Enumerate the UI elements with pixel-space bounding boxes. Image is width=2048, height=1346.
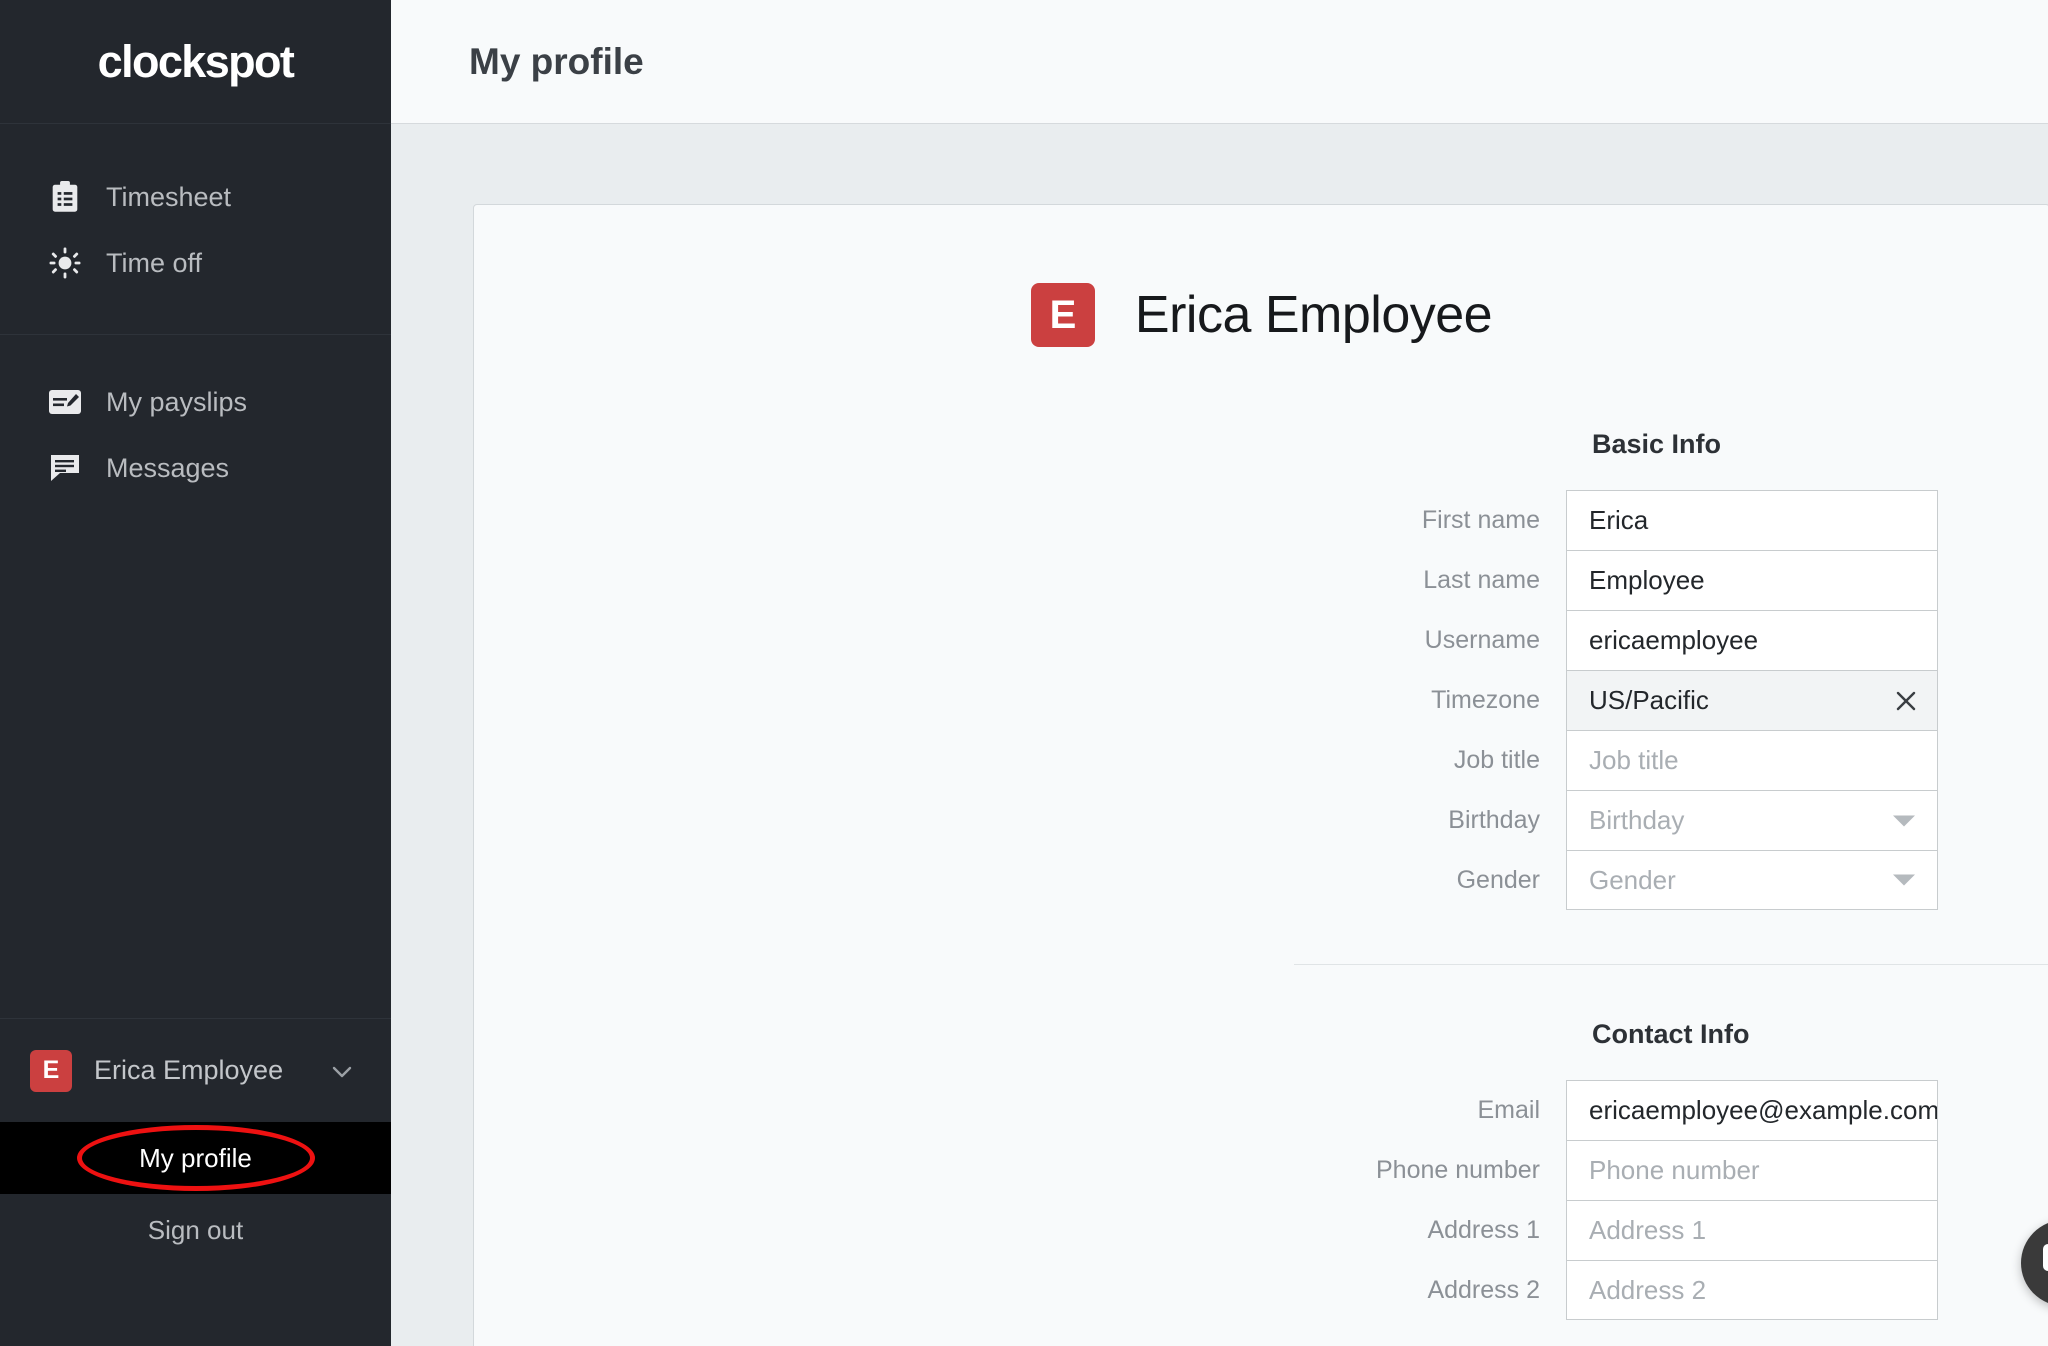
phone-number-input[interactable]: Phone number xyxy=(1566,1140,1938,1200)
sun-icon xyxy=(48,246,82,280)
field-value: US/Pacific xyxy=(1589,685,1709,715)
address-1-input[interactable]: Address 1 xyxy=(1566,1200,1938,1260)
profile-header: E Erica Employee xyxy=(474,283,2048,347)
message-bubble-icon xyxy=(48,451,82,485)
form-row-timezone: Timezone US/Pacific xyxy=(474,670,2048,730)
last-name-input[interactable]: Employee xyxy=(1566,550,1938,610)
gender-select[interactable]: Gender xyxy=(1566,850,1938,910)
section-header-contact-info: Contact Info xyxy=(474,1019,2048,1050)
field-label: Timezone xyxy=(1431,685,1540,714)
field-placeholder: Gender xyxy=(1589,864,1676,895)
app-root: clockspot Timesheet Time off My payslips… xyxy=(0,0,2048,1346)
form-row-birthday: Birthday Birthday xyxy=(474,790,2048,850)
sidebar-menu-label: My profile xyxy=(139,1142,252,1173)
chevron-down-icon[interactable] xyxy=(1893,815,1915,826)
form-row-address-1: Address 1 Address 1 xyxy=(474,1200,2048,1260)
timezone-select[interactable]: US/Pacific xyxy=(1566,670,1938,730)
field-placeholder: Phone number xyxy=(1589,1155,1760,1185)
form-row-first-name: First name Erica xyxy=(474,490,2048,550)
address-2-input[interactable]: Address 2 xyxy=(1566,1260,1938,1320)
sidebar-item-label: Timesheet xyxy=(106,181,232,212)
first-name-input[interactable]: Erica xyxy=(1566,490,1938,550)
email-input[interactable]: ericaemployee@example.com xyxy=(1566,1080,1938,1140)
avatar: E xyxy=(30,1049,72,1092)
help-chat-icon: ? xyxy=(2043,1244,2048,1271)
field-label: Username xyxy=(1424,625,1540,654)
clear-icon[interactable] xyxy=(1895,690,1917,712)
sidebar: clockspot Timesheet Time off My payslips… xyxy=(0,0,391,1346)
field-placeholder: Address 2 xyxy=(1589,1274,1707,1305)
main-content: My profile E Erica Employee Basic Info F… xyxy=(391,0,2048,1346)
sidebar-nav-primary: Timesheet Time off xyxy=(0,124,391,335)
form-contact-info: Email ericaemployee@example.com Phone nu… xyxy=(474,1080,2048,1320)
section-divider xyxy=(1294,964,2048,965)
form-row-phone-number: Phone number Phone number xyxy=(474,1140,2048,1200)
clipboard-icon xyxy=(48,180,82,214)
sidebar-user-menu-toggle[interactable]: E Erica Employee xyxy=(0,1018,391,1122)
page-title: My profile xyxy=(469,40,644,82)
profile-name: Erica Employee xyxy=(1134,286,1493,344)
sidebar-item-label: Time off xyxy=(106,247,203,278)
sidebar-menu-item-my-profile[interactable]: My profile xyxy=(0,1122,391,1194)
sidebar-item-label: Messages xyxy=(106,452,230,483)
sidebar-item-my-payslips[interactable]: My payslips xyxy=(0,369,391,435)
field-label: Address 1 xyxy=(1427,1215,1540,1244)
form-row-job-title: Job title Job title xyxy=(474,730,2048,790)
section-header-basic-info: Basic Info xyxy=(474,429,2048,460)
field-label: Last name xyxy=(1423,565,1540,594)
chevron-down-icon[interactable] xyxy=(1893,874,1915,886)
form-row-username: Username ericaemployee xyxy=(474,610,2048,670)
field-label: Job title xyxy=(1453,745,1540,774)
field-value: ericaemployee xyxy=(1589,625,1759,655)
top-bar: My profile xyxy=(391,0,2048,124)
job-title-input[interactable]: Job title xyxy=(1566,730,1938,790)
profile-card: E Erica Employee Basic Info First name E… xyxy=(473,204,2048,1346)
field-placeholder: Address 1 xyxy=(1589,1215,1707,1245)
logo-text: clockspot xyxy=(97,35,295,87)
content-area: E Erica Employee Basic Info First name E… xyxy=(391,124,2048,1346)
chevron-down-icon[interactable] xyxy=(329,1058,355,1084)
sidebar-menu-item-sign-out[interactable]: Sign out xyxy=(0,1194,391,1266)
form-row-last-name: Last name Employee xyxy=(474,550,2048,610)
form-row-address-2: Address 2 Address 2 xyxy=(474,1260,2048,1320)
field-label: Gender xyxy=(1456,865,1540,894)
field-label: Phone number xyxy=(1375,1155,1540,1184)
section-title: Basic Info xyxy=(1592,429,1722,459)
username-input[interactable]: ericaemployee xyxy=(1566,610,1938,670)
section-title: Contact Info xyxy=(1592,1019,1750,1049)
sidebar-user-name: Erica Employee xyxy=(94,1055,284,1085)
field-placeholder: Job title xyxy=(1589,745,1679,775)
field-value: Employee xyxy=(1589,565,1705,595)
field-label: First name xyxy=(1421,505,1540,534)
sidebar-menu-label: Sign out xyxy=(147,1214,244,1245)
field-label: Email xyxy=(1477,1095,1540,1124)
payslip-icon xyxy=(48,385,82,419)
sidebar-bottom-padding xyxy=(0,1266,391,1346)
sidebar-item-time-off[interactable]: Time off xyxy=(0,230,391,296)
field-placeholder: Birthday xyxy=(1589,805,1685,835)
sidebar-item-timesheet[interactable]: Timesheet xyxy=(0,164,391,230)
field-value: Erica xyxy=(1589,505,1649,535)
brand-logo[interactable]: clockspot xyxy=(0,0,391,124)
form-row-email: Email ericaemployee@example.com xyxy=(474,1080,2048,1140)
form-basic-info: First name Erica Last name Employee User… xyxy=(474,490,2048,910)
birthday-select[interactable]: Birthday xyxy=(1566,790,1938,850)
sidebar-nav-secondary: My payslips Messages xyxy=(0,335,391,535)
form-row-gender: Gender Gender xyxy=(474,850,2048,910)
field-label: Address 2 xyxy=(1427,1275,1540,1304)
field-label: Birthday xyxy=(1448,805,1540,834)
sidebar-item-label: My payslips xyxy=(106,386,248,417)
sidebar-item-messages[interactable]: Messages xyxy=(0,435,391,501)
avatar: E xyxy=(1030,283,1095,347)
field-value: ericaemployee@example.com xyxy=(1589,1095,1938,1125)
